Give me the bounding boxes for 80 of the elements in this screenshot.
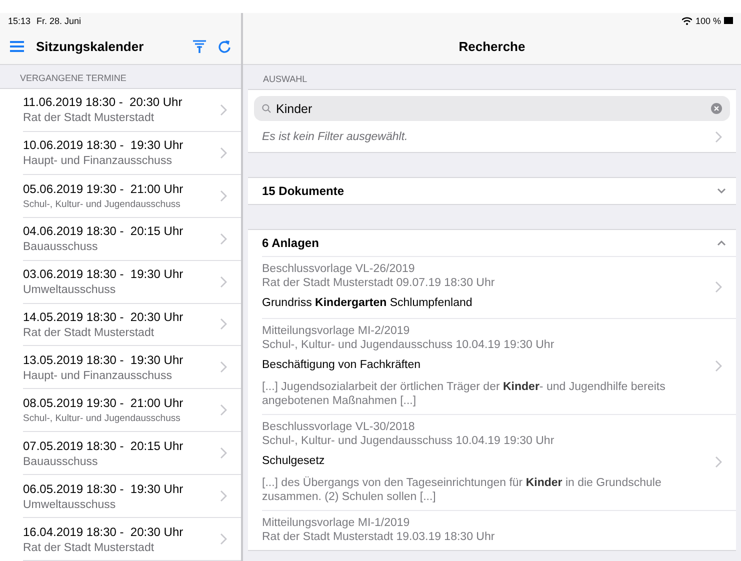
meeting-row[interactable]: 10.06.2019 18:30 - 19:30 Uhr Haupt- und Finanzausschuss (23, 132, 241, 175)
status-date: Fr. 28. Juni (36, 16, 82, 26)
committee-name: Rat der Stadt Musterstadt (23, 112, 156, 124)
meeting-row[interactable]: 07.05.2019 18:30 - 20:15 Uhr Bauausschuss (23, 432, 241, 476)
meeting-row[interactable]: 13.05.2019 18:30 - 19:30 Uhr Haupt- und Finanzausschuss (23, 346, 241, 390)
chevron-icon (220, 318, 227, 330)
document-title: Beschäftigung von Fachkräften (262, 358, 422, 372)
filter-row[interactable]: Es ist kein Filter ausgewählt. (248, 121, 736, 152)
chevron-icon (715, 360, 722, 372)
document-type: Mitteilungsvorlage MI-1/2019 (262, 516, 411, 530)
chevron-icon (220, 190, 227, 202)
chevron-icon (715, 456, 722, 468)
search-icon (262, 104, 271, 113)
meeting-time: 11.06.2019 18:30 - 20:30 Uhr (23, 95, 184, 110)
meeting-time: 14.05.2019 18:30 - 20:30 Uhr (23, 310, 184, 324)
section-header: VERGANGENE TERMINE (0, 65, 241, 89)
meeting-row[interactable]: 11.06.2019 18:30 - 20:30 Uhr Rat der Stadt Musterstadt (23, 89, 241, 132)
chevron-icon (220, 447, 227, 460)
text-excerpt: [...] Jugendsozialarbeit der örtlichen Träger der Kinder- und Jugendhilfe bereits angebotenen Maßnahmen [...] (262, 380, 666, 408)
committee-name: Rat der Stadt Musterstadt (23, 326, 156, 339)
page-title: Recherche (458, 38, 526, 54)
chevron-icon (220, 490, 227, 502)
meeting-info: Rat der Stadt Musterstadt 19.03.19 18:30 Uhr (262, 530, 496, 544)
meeting-time: 03.06.2019 18:30 - 19:30 Uhr (23, 267, 184, 282)
document-type: Beschlussvorlage VL-26/2019 (262, 262, 416, 276)
committee-name: Schul-, Kultur- und Jugendausschuss (23, 198, 182, 210)
chevron-icon (220, 361, 227, 374)
committee-name: Rat der Stadt Musterstadt (23, 542, 156, 554)
meeting-time: 07.05.2019 18:30 - 20:15 Uhr (23, 438, 184, 453)
clear-icon[interactable] (711, 103, 722, 114)
chevron-icon (715, 281, 722, 293)
status-time: 15:13 (8, 16, 31, 26)
section-header: AUSWAHL (262, 73, 308, 86)
meeting-row[interactable]: 16.04.2019 18:30 - 20:30 Uhr Rat der Stadt Musterstadt (23, 518, 241, 561)
battery-percent: 100 % (695, 16, 721, 26)
meeting-info: Schul-, Kultur- und Jugendausschuss 10.04.19 19:30 Uhr (262, 434, 556, 448)
chevron-icon (220, 404, 227, 416)
result-item[interactable]: Mitteilungsvorlage MI-1/2019 Rat der Stadt Musterstadt 19.03.19 18:30 Uhr (262, 510, 736, 550)
meeting-time: 05.06.2019 19:30 - 21:00 Uhr (23, 182, 184, 196)
meeting-row[interactable]: 03.06.2019 18:30 - 19:30 Uhr Umweltausschuss (23, 260, 241, 304)
committee-name: Schul-, Kultur- und Jugendausschuss (23, 413, 182, 424)
meeting-time: 16.04.2019 18:30 - 20:30 Uhr (23, 524, 184, 539)
chevron-icon (220, 232, 227, 245)
document-type: Beschlussvorlage VL-30/2018 (262, 420, 416, 434)
meeting-info: Schul-, Kultur- und Jugendausschuss 10.04.19 19:30 Uhr (262, 338, 556, 352)
document-title: Schulgesetz (262, 454, 326, 468)
search-field[interactable]: Kinder (254, 96, 730, 121)
menu-icon[interactable] (10, 40, 24, 52)
battery-icon (724, 17, 733, 24)
committee-name: Haupt- und Finanzausschuss (23, 370, 173, 382)
meeting-row[interactable]: 05.06.2019 19:30 - 21:00 Uhr Schul-, Kultur- und Jugendausschuss (23, 174, 241, 218)
committee-name: Umweltausschuss (23, 284, 117, 296)
meeting-row[interactable]: 08.05.2019 19:30 - 21:00 Uhr Schul-, Kultur- und Jugendausschuss (23, 389, 241, 432)
committee-name: Bauausschuss (23, 241, 99, 254)
result-item[interactable]: Beschlussvorlage VL-26/2019 Rat der Stadt Musterstadt 09.07.19 18:30 Uhr Grundriss Kindergarten Schlumpfenland (262, 256, 736, 318)
refresh-icon[interactable] (218, 39, 231, 53)
committee-name: Umweltausschuss (23, 498, 117, 511)
meeting-time: 13.05.2019 18:30 - 19:30 Uhr (23, 352, 184, 367)
wifi-icon (682, 16, 692, 24)
chevron-icon (220, 533, 227, 546)
meeting-time: 08.05.2019 19:30 - 21:00 Uhr (23, 396, 184, 410)
committee-name: Bauausschuss (23, 456, 99, 468)
text-excerpt: [...] des Übergangs von den Tageseinrichtungen für Kinder in die Grundschule zusammen. (2) Schulen sollen [...] (262, 476, 662, 504)
meeting-time: 04.06.2019 18:30 - 20:15 Uhr (23, 224, 184, 238)
chevron-icon (220, 276, 227, 288)
filter-icon[interactable] (193, 40, 206, 52)
sidebar-title: Sitzungskalender (36, 38, 145, 54)
meeting-row[interactable]: 06.05.2019 18:30 - 19:30 Uhr Umweltausschuss (23, 475, 241, 518)
meeting-row[interactable]: 14.05.2019 18:30 - 20:30 Uhr Rat der Stadt Musterstadt (23, 304, 241, 346)
meeting-time: 06.05.2019 18:30 - 19:30 Uhr (23, 482, 184, 496)
meeting-time: 10.06.2019 18:30 - 19:30 Uhr (23, 138, 184, 152)
committee-name: Haupt- und Finanzausschuss (23, 155, 173, 168)
chevron-icon (715, 130, 722, 142)
meeting-info: Rat der Stadt Musterstadt 09.07.19 18:30 Uhr (262, 276, 496, 290)
document-type: Mitteilungsvorlage MI-2/2019 (262, 324, 411, 338)
chevron-icon (220, 146, 227, 159)
document-title: Grundriss Kindergarten Schlumpfenland (262, 296, 474, 310)
meeting-row[interactable]: 04.06.2019 18:30 - 20:15 Uhr Bauausschuss (23, 218, 241, 261)
search-input[interactable]: Kinder (276, 102, 706, 116)
chevron-icon (220, 104, 227, 116)
